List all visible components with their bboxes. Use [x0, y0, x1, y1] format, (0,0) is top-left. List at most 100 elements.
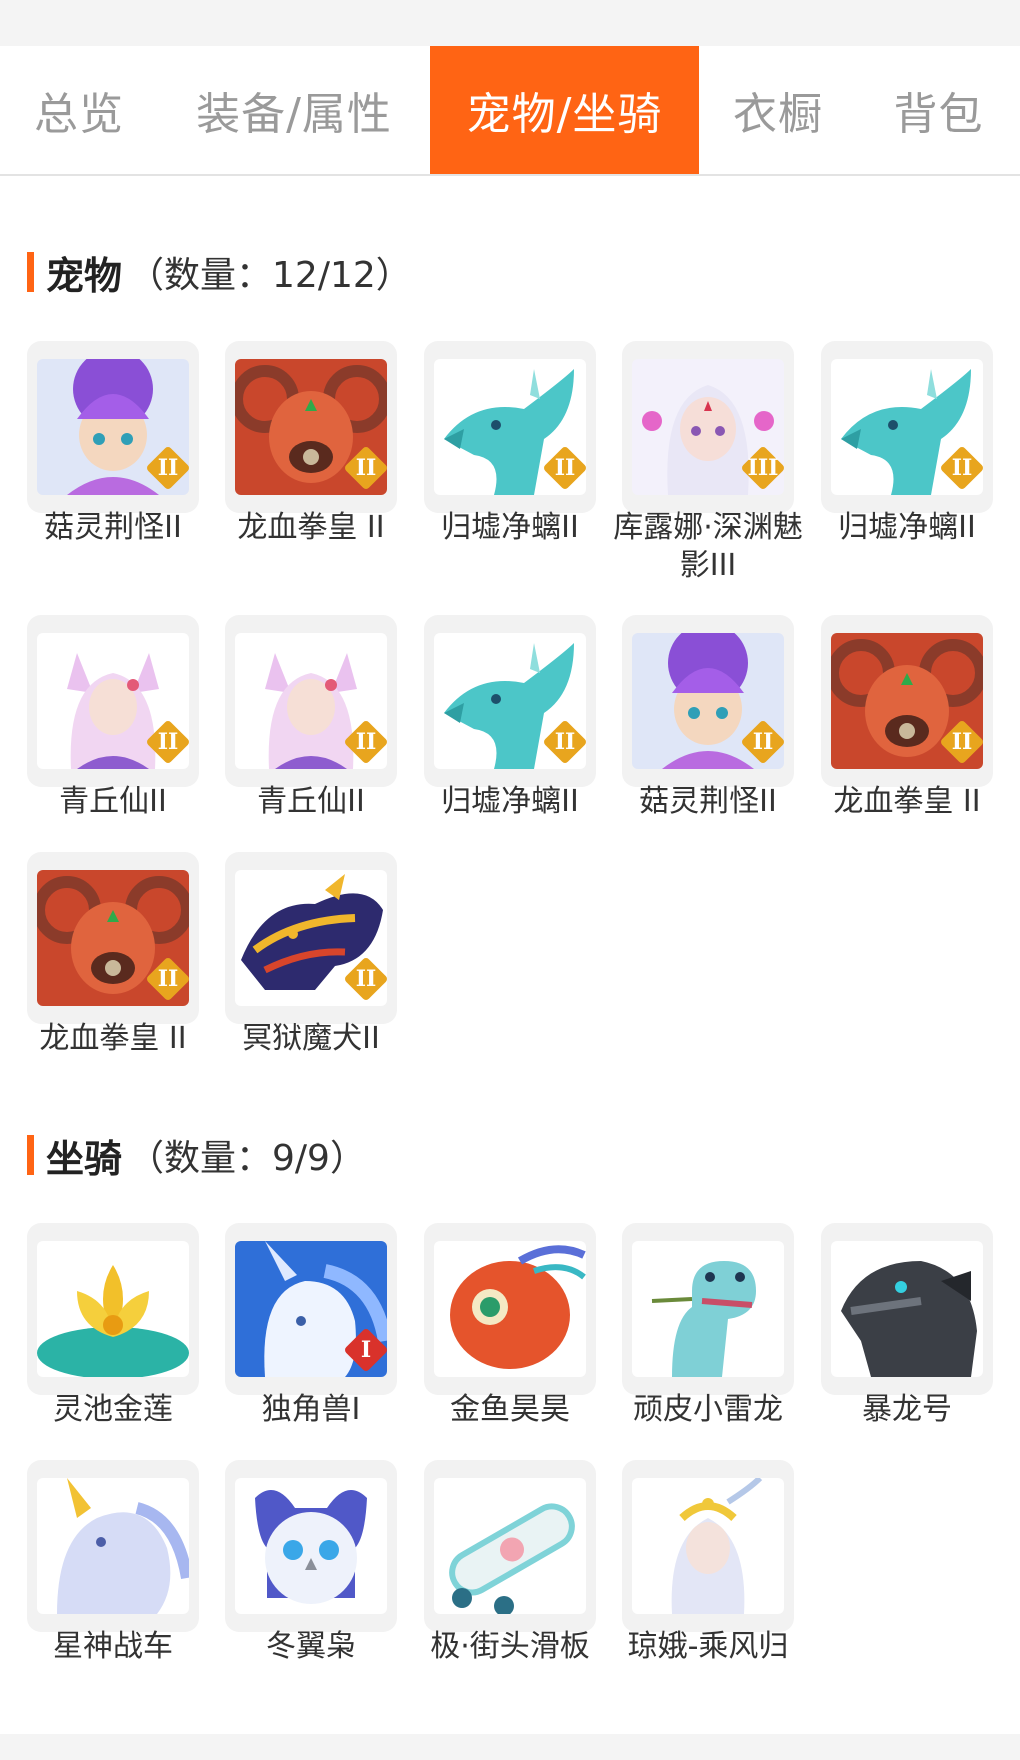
mounts-section-title: 坐骑 （数量：9/9） — [27, 1133, 366, 1181]
pets-count: （数量：12/12） — [128, 255, 412, 296]
pet-name: 青丘仙II — [257, 784, 365, 819]
mount-name: 顽皮小雷龙 — [633, 1392, 783, 1427]
grade-badge-icon: II — [145, 719, 189, 765]
mount-thumbnail[interactable] — [27, 1460, 199, 1632]
grade-badge-text: II — [157, 455, 179, 481]
grade-badge-icon: II — [145, 956, 189, 1002]
pet-name: 菇灵荆怪II — [44, 510, 182, 545]
mount-thumbnail[interactable] — [622, 1460, 794, 1632]
cyan-dragon-icon: II — [434, 359, 586, 495]
pet-thumbnail[interactable]: II — [225, 852, 397, 1024]
ice-qilin-icon — [37, 1478, 189, 1614]
grade-badge-icon: II — [939, 445, 983, 491]
grade-badge-icon: II — [939, 719, 983, 765]
fox-fairy-icon: II — [235, 633, 387, 769]
mount-name: 金鱼昊昊 — [450, 1392, 570, 1427]
pet-thumbnail[interactable]: II — [27, 615, 199, 787]
mounts-heading: 坐骑 — [46, 1136, 123, 1181]
pet-thumbnail[interactable]: II — [27, 852, 199, 1024]
cyan-dragon-icon: II — [434, 633, 586, 769]
top-strip — [0, 0, 1020, 46]
pet-name: 龙血拳皇 II — [39, 1021, 187, 1056]
tab-backpack[interactable]: 背包 — [857, 46, 1020, 174]
ram-demon-icon: II — [831, 633, 983, 769]
grade-badge-text: II — [355, 966, 377, 992]
grade-badge-text: II — [554, 729, 576, 755]
pet-thumbnail[interactable]: II — [424, 341, 596, 513]
mount-thumbnail[interactable] — [225, 1460, 397, 1632]
grade-badge-text: II — [355, 455, 377, 481]
pet-name: 归墟净螭II — [838, 510, 976, 545]
grade-badge-icon: II — [343, 956, 387, 1002]
grade-badge-text: III — [747, 455, 779, 481]
mount-name: 冬翼枭 — [266, 1629, 356, 1664]
tab-bar: 总览 装备/属性 宠物/坐骑 衣橱 背包 — [0, 46, 1020, 176]
mount-thumbnail[interactable] — [424, 1223, 596, 1395]
white-hair-girl-icon: III — [632, 359, 784, 495]
mount-name: 灵池金莲 — [53, 1392, 173, 1427]
pets-section-title: 宠物 （数量：12/12） — [27, 250, 412, 298]
hell-hound-icon: II — [235, 870, 387, 1006]
cyan-dragon-icon: II — [831, 359, 983, 495]
mount-thumbnail[interactable] — [424, 1460, 596, 1632]
mount-thumbnail[interactable] — [27, 1223, 199, 1395]
pets-heading: 宠物 — [46, 253, 123, 298]
tab-wardrobe[interactable]: 衣橱 — [699, 46, 857, 174]
grade-badge-icon: II — [145, 445, 189, 491]
pet-thumbnail[interactable]: II — [27, 341, 199, 513]
mount-name: 星神战车 — [53, 1629, 173, 1664]
tab-equipment-attributes[interactable]: 装备/属性 — [158, 46, 430, 174]
pet-thumbnail[interactable]: II — [424, 615, 596, 787]
moon-fairy-icon — [632, 1478, 784, 1614]
skateboard-icon — [434, 1478, 586, 1614]
mount-thumbnail[interactable]: I — [225, 1223, 397, 1395]
grade-badge-text: II — [157, 729, 179, 755]
mech-rex-icon — [831, 1241, 983, 1377]
grade-badge-icon: II — [542, 719, 586, 765]
section-accent-bar — [27, 252, 34, 292]
pet-name: 归墟净螭II — [441, 510, 579, 545]
ram-demon-icon: II — [37, 870, 189, 1006]
grade-badge-icon: II — [343, 445, 387, 491]
pet-name: 冥狱魔犬II — [242, 1021, 380, 1056]
mounts-count: （数量：9/9） — [128, 1138, 366, 1179]
mount-thumbnail[interactable] — [622, 1223, 794, 1395]
bottom-strip — [0, 1734, 1020, 1760]
grade-badge-icon: II — [343, 719, 387, 765]
pet-thumbnail[interactable]: III — [622, 341, 794, 513]
mushroom-sprite-icon: II — [37, 359, 189, 495]
grade-badge-text: I — [360, 1337, 372, 1363]
mount-name: 极·街头滑板 — [430, 1629, 590, 1664]
grade-badge-text: II — [355, 729, 377, 755]
snow-owl-icon — [235, 1478, 387, 1614]
goldfish-icon — [434, 1241, 586, 1377]
pet-name: 龙血拳皇 II — [237, 510, 385, 545]
grade-badge-text: II — [157, 966, 179, 992]
pet-thumbnail[interactable]: II — [821, 341, 993, 513]
tab-overview[interactable]: 总览 — [0, 46, 158, 174]
pet-name: 菇灵荆怪II — [639, 784, 777, 819]
tab-pets-mounts[interactable]: 宠物/坐骑 — [430, 46, 699, 174]
mount-name: 暴龙号 — [862, 1392, 952, 1427]
grade-badge-text: II — [951, 729, 973, 755]
grade-badge-icon: II — [542, 445, 586, 491]
mount-thumbnail[interactable] — [821, 1223, 993, 1395]
golden-lotus-icon — [37, 1241, 189, 1377]
pet-thumbnail[interactable]: II — [622, 615, 794, 787]
pet-name: 库露娜·深渊魅影III — [613, 510, 803, 583]
pet-name: 归墟净螭II — [441, 784, 579, 819]
pet-name: 龙血拳皇 II — [833, 784, 981, 819]
mount-name: 独角兽I — [261, 1392, 361, 1427]
mushroom-sprite-icon: II — [632, 633, 784, 769]
grade-badge-icon: I — [343, 1327, 387, 1373]
pet-thumbnail[interactable]: II — [821, 615, 993, 787]
pet-name: 青丘仙II — [59, 784, 167, 819]
grade-badge-text: II — [554, 455, 576, 481]
ram-demon-icon: II — [235, 359, 387, 495]
pet-thumbnail[interactable]: II — [225, 341, 397, 513]
fox-fairy-icon: II — [37, 633, 189, 769]
pet-thumbnail[interactable]: II — [225, 615, 397, 787]
grade-badge-icon: III — [740, 445, 784, 491]
section-accent-bar — [27, 1135, 34, 1175]
grade-badge-text: II — [951, 455, 973, 481]
